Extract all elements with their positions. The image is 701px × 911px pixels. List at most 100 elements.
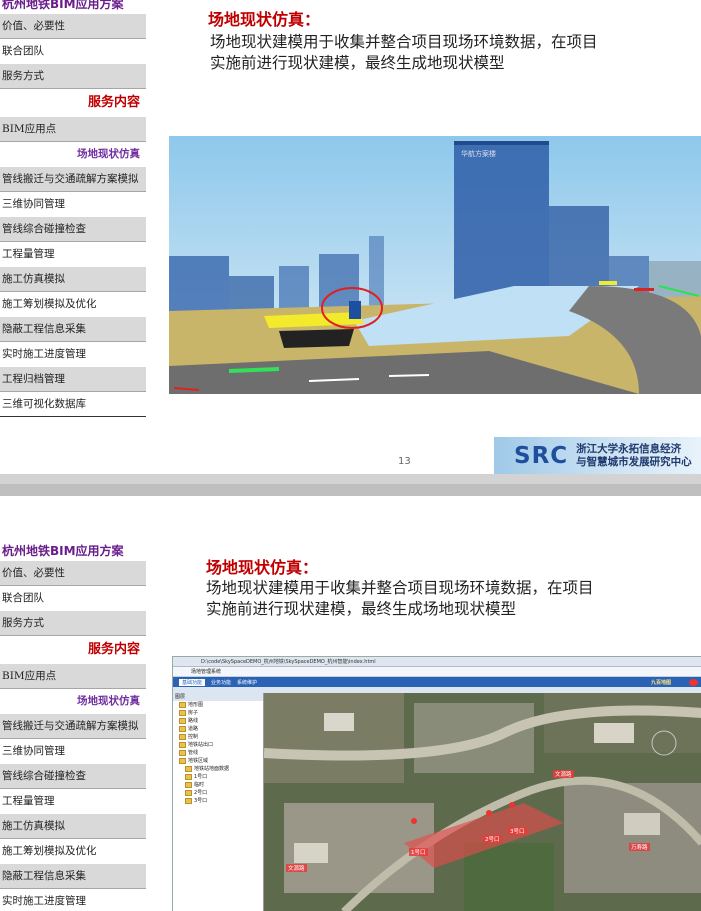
browser-address-bar: D:\code\SkySpaceDEMO_杭州地铁\SkySpaceDEMO_杭… (173, 657, 701, 667)
folder-icon (179, 717, 186, 724)
sidebar-item-current[interactable]: 场地现状仿真 (0, 142, 146, 167)
sidebar-item[interactable]: 三维协同管理 (0, 739, 146, 764)
sidebar-item[interactable]: 三维可视化数据库 (0, 392, 146, 417)
sidebar-item[interactable]: 实时施工进度管理 (0, 342, 146, 367)
sidebar-item[interactable]: 施工仿真模拟 (0, 267, 146, 292)
folder-icon (185, 781, 192, 788)
layer-label: 临时 (194, 782, 205, 788)
layer-label: 控制 (188, 734, 199, 740)
layer-label: 房子 (188, 710, 199, 716)
sidebar-item-service-mode[interactable]: 服务方式 (0, 64, 146, 89)
layer-item[interactable]: 2号口 (173, 789, 263, 797)
sidebar-item[interactable]: 三维协同管理 (0, 192, 146, 217)
tower-label: 华航方案楼 (461, 149, 496, 158)
slide-body: 场地现状建模用于收集并整合项目现场环境数据，在项目实施前进行现状建模，最终生成场… (206, 579, 594, 618)
sidebar-item-team[interactable]: 联合团队 (0, 39, 146, 64)
layer-item[interactable]: 1号口 (173, 773, 263, 781)
folder-icon (179, 757, 186, 764)
sidebar-item[interactable]: 工程量管理 (0, 789, 146, 814)
page-number: 13 (398, 456, 411, 467)
sidebar-item[interactable]: 隐蔽工程信息采集 (0, 864, 146, 889)
layer-item[interactable]: 房子 (173, 709, 263, 717)
app-logo-icon (689, 678, 698, 686)
folder-icon (185, 797, 192, 804)
toolbar-tab-basic[interactable]: 基础功能 (179, 678, 206, 686)
folder-icon (185, 773, 192, 780)
sidebar-item-bim-point[interactable]: BIM应用点 (0, 664, 146, 689)
toolbar-tab-system[interactable]: 系统维护 (237, 679, 257, 686)
layer-panel-title: 图层 (173, 693, 263, 701)
layer-label: 地铁站地面数据 (194, 766, 230, 772)
map-label[interactable]: 万寿路 (629, 843, 650, 851)
map-label[interactable]: 文源路 (553, 770, 574, 778)
app-screenshot: D:\code\SkySpaceDEMO_杭州地铁\SkySpaceDEMO_杭… (172, 656, 701, 911)
layer-item[interactable]: 临时 (173, 781, 263, 789)
sidebar-item[interactable]: 管线搬迁与交通疏解方案模拟 (0, 167, 146, 192)
logo-line-1: 浙江大学永拓信息经济 (576, 442, 682, 455)
sidebar-section-title: 服务内容 (87, 642, 140, 657)
sidebar-item[interactable]: 工程量管理 (0, 242, 146, 267)
folder-icon (179, 733, 186, 740)
layer-item[interactable]: 控制 (173, 733, 263, 741)
sidebar-item-value[interactable]: 价值、必要性 (0, 561, 146, 586)
logo-line-2: 与智慧城市发展研究中心 (576, 455, 692, 468)
sidebar-item-current[interactable]: 场地现状仿真 (0, 689, 146, 714)
sidebar-item-team[interactable]: 联合团队 (0, 586, 146, 611)
app-toolbar: 基础功能 业务功能 系统维护 九百地图 (173, 677, 701, 687)
sidebar: 杭州地铁BIM应用方案 价值、必要性 联合团队 服务方式 服务内容 BIM应用点… (0, 0, 146, 417)
folder-icon (179, 749, 186, 756)
sidebar: 杭州地铁BIM应用方案 价值、必要性 联合团队 服务方式 服务内容 BIM应用点… (0, 541, 146, 911)
folder-icon (179, 709, 186, 716)
layer-item[interactable]: 地铁站出口 (173, 741, 263, 749)
folder-icon (179, 701, 186, 708)
layer-label: 3号口 (194, 798, 208, 804)
layer-item[interactable]: 管线 (173, 749, 263, 757)
map-label[interactable]: 2号口 (483, 835, 502, 843)
sidebar-item[interactable]: 工程归档管理 (0, 367, 146, 392)
layer-label: 管线 (188, 750, 199, 756)
layer-label: 1号口 (194, 774, 208, 780)
layer-label: 地铁区域 (188, 758, 209, 764)
toolbar-tab-business[interactable]: 业务功能 (211, 679, 231, 686)
slide-title: 场地现状仿真： (206, 558, 319, 577)
layer-item[interactable]: 地铁区域 (173, 757, 263, 765)
app-brand: 九百地图 (650, 679, 671, 686)
address-text[interactable]: D:\code\SkySpaceDEMO_杭州地铁\SkySpaceDEMO_杭… (201, 658, 376, 665)
sidebar-item[interactable]: 施工仿真模拟 (0, 814, 146, 839)
map-label[interactable]: 1号口 (409, 848, 428, 856)
layer-panel: 图层 地形图 房子路线 道路 控制地铁站出口管线地铁区域地铁站地面数据 1号口临时 2号口… (173, 693, 264, 911)
sidebar-item-value[interactable]: 价值、必要性 (0, 14, 146, 39)
sidebar-item[interactable]: 管线综合碰撞检查 (0, 764, 146, 789)
map-label[interactable]: 文源路 (286, 864, 307, 872)
aerial-map[interactable] (264, 693, 701, 911)
layer-label: 地铁站出口 (188, 742, 214, 748)
sidebar-item[interactable]: 实时施工进度管理 (0, 889, 146, 911)
sidebar-item-service-mode[interactable]: 服务方式 (0, 611, 146, 636)
folder-icon (179, 725, 186, 732)
folder-icon (185, 789, 192, 796)
slide-separator (0, 474, 701, 496)
layer-label: 路线 (188, 718, 199, 724)
browser-tab-bar: 场地管理系统 (173, 667, 701, 677)
browser-tab[interactable]: 场地管理系统 (191, 668, 221, 675)
layer-item[interactable]: 路线 (173, 717, 263, 725)
slide-2: 杭州地铁BIM应用方案 价值、必要性 联合团队 服务方式 服务内容 BIM应用点… (0, 496, 701, 911)
layer-item[interactable]: 道路 (173, 725, 263, 733)
sidebar-section-title: 服务内容 (87, 95, 140, 110)
sidebar-item[interactable]: 管线搬迁与交通疏解方案模拟 (0, 714, 146, 739)
slide-1: 杭州地铁BIM应用方案 价值、必要性 联合团队 服务方式 服务内容 BIM应用点… (0, 0, 701, 474)
sidebar-item[interactable]: 隐蔽工程信息采集 (0, 317, 146, 342)
site-model-render: 华航方案楼 (169, 136, 701, 394)
logo-brand: SRC (514, 442, 569, 469)
src-logo: SRC 浙江大学永拓信息经济 与智慧城市发展研究中心 (494, 437, 701, 474)
layer-item[interactable]: 3号口 (173, 797, 263, 805)
layer-item[interactable]: 地形图 (173, 701, 263, 709)
map-label[interactable]: 3号口 (508, 827, 527, 835)
logo-org: 浙江大学永拓信息经济 与智慧城市发展研究中心 (576, 443, 692, 469)
sidebar-item-bim-point[interactable]: BIM应用点 (0, 117, 146, 142)
site-model-image: 华航方案楼 (169, 136, 701, 394)
sidebar-item[interactable]: 管线综合碰撞检查 (0, 217, 146, 242)
sidebar-item[interactable]: 施工筹划模拟及优化 (0, 839, 146, 864)
layer-item[interactable]: 地铁站地面数据 (173, 765, 263, 773)
sidebar-item[interactable]: 施工筹划模拟及优化 (0, 292, 146, 317)
